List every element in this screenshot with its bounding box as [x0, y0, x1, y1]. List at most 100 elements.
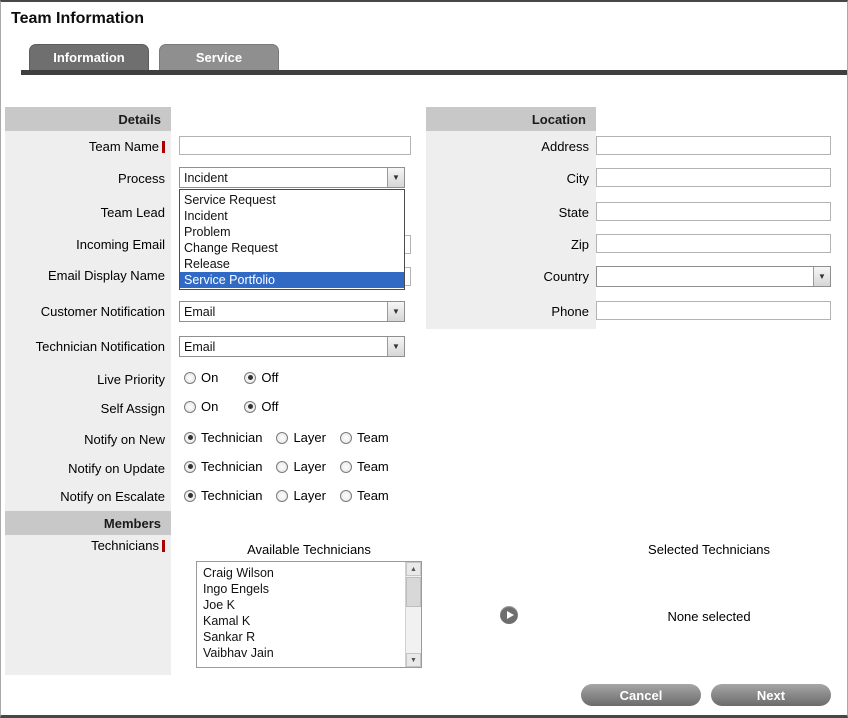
tab-information-label: Information [53, 50, 125, 65]
scrollbar-thumb[interactable] [406, 577, 421, 607]
self-assign-label: Self Assign [5, 401, 165, 416]
radio-icon [340, 461, 352, 473]
scroll-down-icon[interactable]: ▼ [406, 653, 421, 667]
selected-technicians-title: Selected Technicians [599, 542, 819, 557]
cancel-button[interactable]: Cancel [581, 684, 701, 706]
technician-notification-select-value: Email [180, 340, 387, 354]
radio-checked-icon [184, 432, 196, 444]
notify-new-team-radio[interactable]: Team [340, 430, 389, 445]
chevron-down-icon[interactable]: ▼ [387, 168, 404, 187]
email-display-name-label: Email Display Name [5, 268, 165, 283]
details-section-header: Details [5, 107, 171, 131]
live-priority-on-radio[interactable]: On [184, 370, 218, 385]
self-assign-on-radio[interactable]: On [184, 399, 218, 414]
listbox-scrollbar[interactable]: ▲ ▼ [405, 562, 421, 667]
notify-update-team-radio[interactable]: Team [340, 459, 389, 474]
notify-update-technician-radio[interactable]: Technician [184, 459, 262, 474]
technician-option[interactable]: Vaibhav Jain [197, 645, 405, 661]
phone-label: Phone [426, 304, 589, 319]
team-name-label: Team Name [5, 139, 165, 154]
technician-option[interactable]: Ingo Engels [197, 581, 405, 597]
process-option[interactable]: Change Request [180, 240, 404, 256]
technician-notification-label: Technician Notification [5, 339, 165, 354]
location-section-header: Location [426, 107, 596, 131]
notify-update-layer-radio[interactable]: Layer [276, 459, 326, 474]
radio-icon [276, 432, 288, 444]
move-right-button[interactable] [500, 606, 518, 624]
live-priority-radio-group: On Off [184, 370, 278, 385]
available-technicians-title: Available Technicians [196, 542, 422, 557]
address-input[interactable] [596, 136, 831, 155]
page-title: Team Information [11, 10, 144, 28]
live-priority-off-radio[interactable]: Off [244, 370, 278, 385]
zip-input[interactable] [596, 234, 831, 253]
process-option[interactable]: Service Request [180, 192, 404, 208]
radio-icon [276, 490, 288, 502]
city-input[interactable] [596, 168, 831, 187]
technician-option[interactable]: Joe K [197, 597, 405, 613]
tab-information[interactable]: Information [29, 44, 149, 70]
address-label: Address [426, 139, 589, 154]
notify-on-update-label: Notify on Update [5, 461, 165, 476]
chevron-down-icon[interactable]: ▼ [387, 337, 404, 356]
process-option[interactable]: Problem [180, 224, 404, 240]
radio-icon [340, 432, 352, 444]
radio-icon [184, 372, 196, 384]
members-section-header: Members [5, 511, 171, 535]
notify-escalate-technician-radio[interactable]: Technician [184, 488, 262, 503]
process-label: Process [5, 171, 165, 186]
state-input[interactable] [596, 202, 831, 221]
radio-checked-icon [184, 461, 196, 473]
available-technicians-listbox[interactable]: Craig WilsonIngo EngelsJoe KKamal KSanka… [196, 561, 422, 668]
radio-checked-icon [184, 490, 196, 502]
notify-on-escalate-label: Notify on Escalate [5, 489, 165, 504]
self-assign-radio-group: On Off [184, 399, 278, 414]
technician-notification-select[interactable]: Email ▼ [179, 336, 405, 357]
chevron-down-icon[interactable]: ▼ [813, 267, 830, 286]
radio-icon [276, 461, 288, 473]
self-assign-off-radio[interactable]: Off [244, 399, 278, 414]
details-label-column [5, 107, 171, 675]
country-label: Country [426, 269, 589, 284]
notify-new-technician-radio[interactable]: Technician [184, 430, 262, 445]
required-marker [162, 540, 165, 552]
technician-option[interactable]: Sankar R [197, 629, 405, 645]
live-priority-label: Live Priority [5, 372, 165, 387]
team-name-input[interactable] [179, 136, 411, 155]
tab-service[interactable]: Service [159, 44, 279, 70]
phone-input[interactable] [596, 301, 831, 320]
state-label: State [426, 205, 589, 220]
notify-escalate-layer-radio[interactable]: Layer [276, 488, 326, 503]
city-label: City [426, 171, 589, 186]
technician-option[interactable]: Kamal K [197, 613, 405, 629]
radio-checked-icon [244, 372, 256, 384]
process-option[interactable]: Incident [180, 208, 404, 224]
radio-checked-icon [244, 401, 256, 413]
scroll-up-icon[interactable]: ▲ [406, 562, 421, 576]
chevron-down-icon[interactable]: ▼ [387, 302, 404, 321]
technicians-label: Technicians [5, 538, 165, 553]
required-marker [162, 141, 165, 153]
team-lead-label: Team Lead [5, 205, 165, 220]
notify-on-new-radio-group: Technician Layer Team [184, 430, 389, 445]
radio-icon [340, 490, 352, 502]
notify-escalate-team-radio[interactable]: Team [340, 488, 389, 503]
team-information-window: Team Information Information Service Det… [0, 0, 848, 718]
notify-new-layer-radio[interactable]: Layer [276, 430, 326, 445]
next-button[interactable]: Next [711, 684, 831, 706]
zip-label: Zip [426, 237, 589, 252]
arrow-right-icon [507, 611, 514, 619]
process-select[interactable]: Incident ▼ [179, 167, 405, 188]
process-options-list: Service RequestIncidentProblemChange Req… [179, 189, 405, 290]
customer-notification-select-value: Email [180, 305, 387, 319]
customer-notification-select[interactable]: Email ▼ [179, 301, 405, 322]
country-select[interactable]: ▼ [596, 266, 831, 287]
technician-list: Craig WilsonIngo EngelsJoe KKamal KSanka… [197, 565, 405, 667]
radio-icon [184, 401, 196, 413]
technician-option[interactable]: Craig Wilson [197, 565, 405, 581]
tab-strip-divider [21, 70, 847, 75]
process-option[interactable]: Service Portfolio [180, 272, 404, 288]
process-option[interactable]: Release [180, 256, 404, 272]
customer-notification-label: Customer Notification [5, 304, 165, 319]
notify-on-new-label: Notify on New [5, 432, 165, 447]
